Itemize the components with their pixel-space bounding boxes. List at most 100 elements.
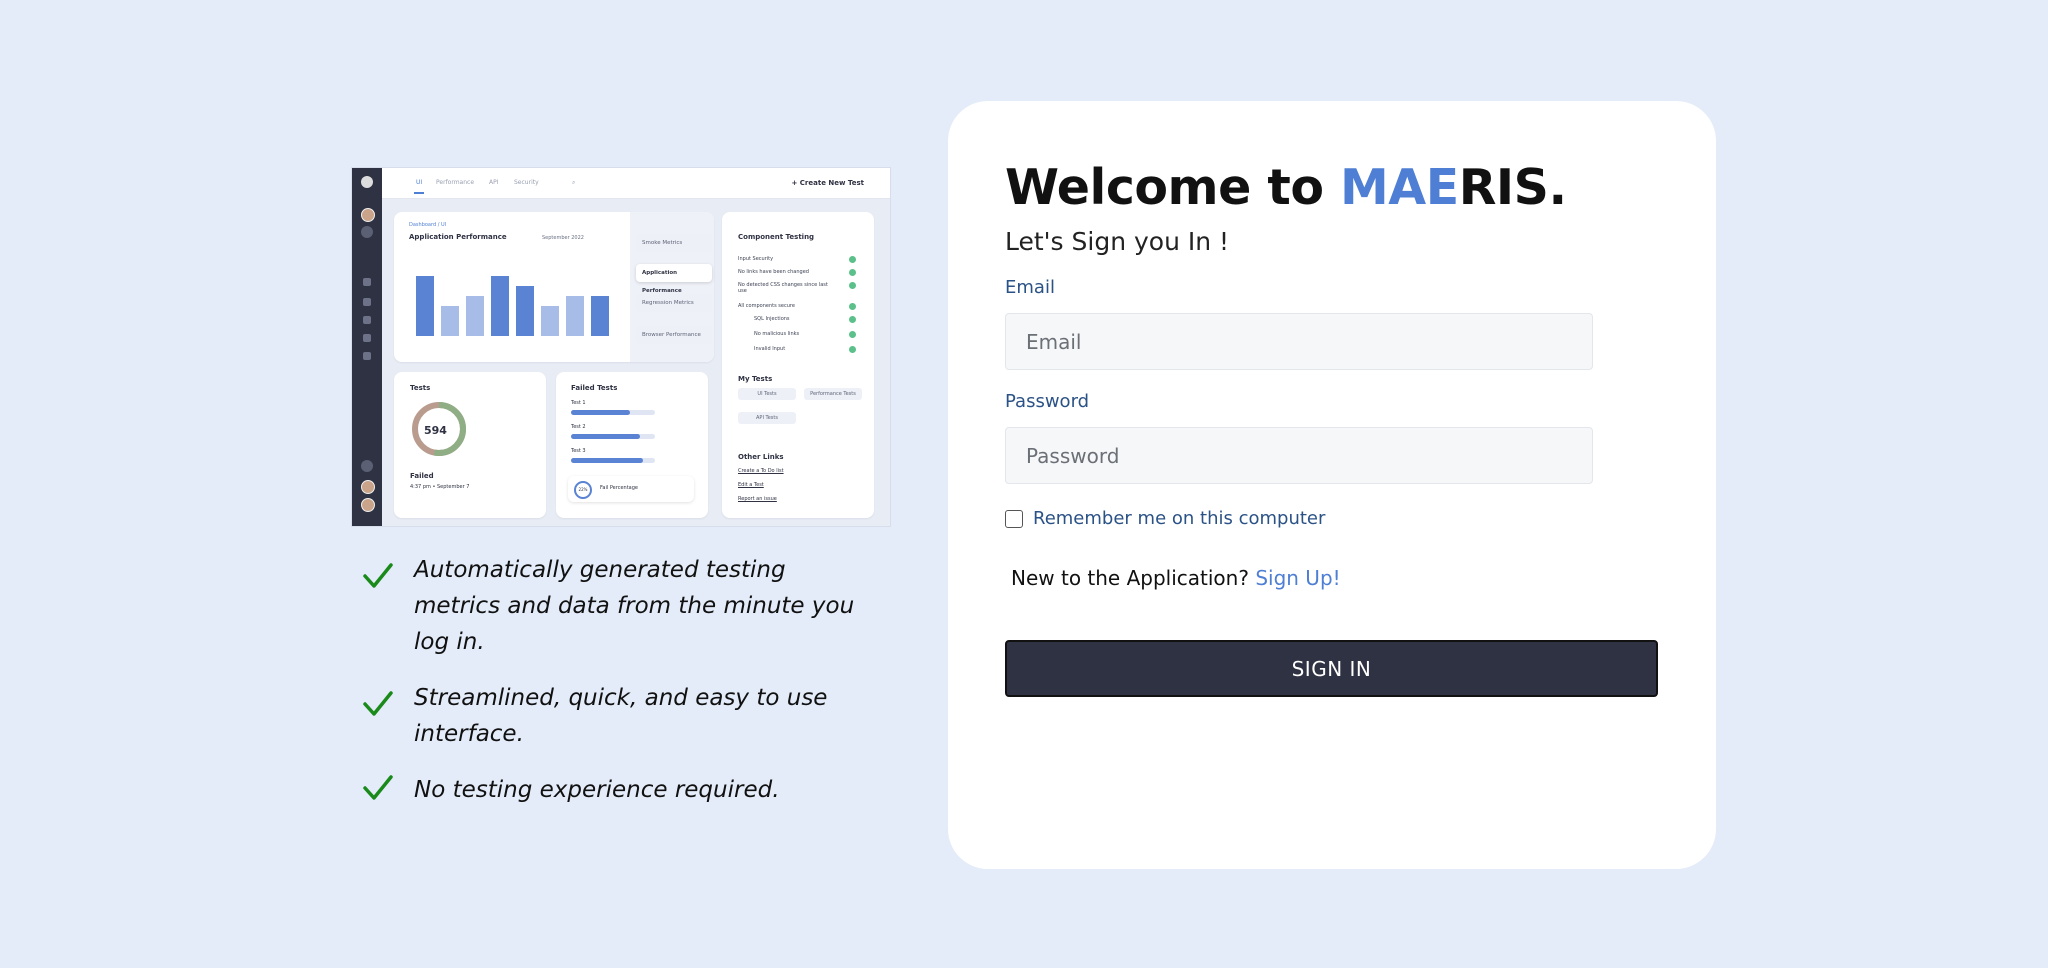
link-todo: Create a To Do list — [738, 468, 784, 474]
tests-title: Tests — [410, 384, 431, 392]
remember-checkbox[interactable] — [1005, 509, 1023, 528]
avatar — [361, 498, 375, 512]
tab-security: Security — [514, 179, 539, 186]
failed-tests-card: Failed Tests Test 1 Test 2 Test 3 22% Fa… — [556, 372, 708, 518]
component-testing-title: Component Testing — [738, 233, 815, 241]
performance-bar — [491, 276, 509, 336]
triangle-icon — [363, 298, 371, 306]
link-edit-test: Edit a Test — [738, 482, 764, 488]
check-icon — [849, 256, 856, 263]
fail-percentage-label: Fail Percentage — [600, 485, 638, 491]
performance-bar — [466, 296, 484, 336]
component-item: Invalid Input — [754, 346, 856, 353]
check-icon — [849, 331, 856, 338]
failed-test-name: Test 2 — [571, 424, 586, 430]
chip-performance-tests: Performance Tests — [804, 388, 862, 400]
feature-item: Automatically generated testing metrics … — [358, 552, 878, 660]
signin-button[interactable]: SIGN IN — [1005, 640, 1658, 697]
performance-bar-chart — [416, 252, 616, 352]
login-card: Welcome to MAERIS. Let's Sign you In ! E… — [948, 101, 1716, 869]
avatar — [361, 480, 375, 494]
tests-total: 594 — [424, 424, 447, 437]
feature-item: Streamlined, quick, and easy to use inte… — [358, 680, 878, 752]
failed-time: 4:37 pm • September 7 — [410, 484, 470, 490]
remember-me: Remember me on this computer — [1005, 508, 1325, 529]
dashboard-icon — [363, 278, 371, 286]
tests-card: Tests 594 Failed 4:37 pm • September 7 — [394, 372, 546, 518]
preview-topbar: UI Performance API Security ⌕ + Create N… — [382, 168, 890, 199]
checkmark-icon — [363, 775, 393, 800]
create-test-button: + Create New Test — [791, 179, 864, 187]
metric-smoke: Smoke Metrics — [636, 234, 712, 252]
performance-date: September 2022 — [542, 235, 584, 241]
performance-bar — [416, 276, 434, 336]
plus-icon — [361, 460, 373, 472]
signup-link[interactable]: Sign Up! — [1255, 566, 1340, 590]
feature-text: Automatically generated testing metrics … — [414, 557, 855, 655]
link-report-issue: Report an issue — [738, 496, 777, 502]
feature-item: No testing experience required. — [358, 772, 878, 808]
metric-browser-performance: Browser Performance — [636, 326, 712, 344]
failed-label: Failed — [410, 472, 434, 480]
check-icon — [849, 269, 856, 276]
tab-ui: UI — [413, 179, 425, 194]
component-testing-card: Component Testing Input Security No link… — [722, 212, 874, 518]
other-links-title: Other Links — [738, 453, 784, 461]
failed-test-name: Test 3 — [571, 448, 586, 454]
fail-percentage-chip: 22% Fail Percentage — [568, 476, 694, 502]
gear-icon — [363, 316, 371, 324]
check-icon — [849, 303, 856, 310]
check-icon — [849, 346, 856, 353]
avatar — [361, 208, 375, 222]
logo-icon — [361, 176, 373, 188]
performance-bar — [441, 305, 459, 336]
performance-bar — [516, 285, 534, 336]
chip-api-tests: API Tests — [738, 412, 796, 424]
component-item: All components secure — [738, 303, 856, 310]
failed-test-progress — [571, 434, 655, 439]
brand-accent: MAE — [1340, 159, 1459, 216]
fail-percentage-value: 22% — [574, 481, 592, 499]
preview-sidebar — [352, 168, 382, 526]
performance-bar — [541, 305, 559, 336]
feature-text: No testing experience required. — [414, 777, 780, 803]
failed-test-name: Test 1 — [571, 400, 586, 406]
component-item: No malicious links — [754, 331, 856, 338]
performance-bar — [566, 296, 584, 336]
component-item: Input Security — [738, 256, 856, 263]
metrics-panel: Smoke Metrics Application Performance Re… — [630, 212, 714, 362]
email-field[interactable] — [1005, 313, 1593, 370]
performance-card: Dashboard / UI Application Performance S… — [394, 212, 714, 362]
failed-test-progress — [571, 458, 655, 463]
check-icon — [849, 282, 856, 289]
password-label: Password — [1005, 391, 1090, 412]
signin-subtitle: Let's Sign you In ! — [1005, 227, 1230, 256]
performance-title: Application Performance — [409, 233, 507, 241]
performance-bar — [591, 296, 609, 336]
search-icon: ⌕ — [572, 179, 576, 186]
share-icon — [363, 352, 371, 360]
tab-performance: Performance — [436, 179, 475, 186]
metric-regression: Regression Metrics — [636, 294, 712, 312]
feature-text: Streamlined, quick, and easy to use inte… — [414, 685, 828, 747]
metric-app-performance: Application Performance — [636, 264, 712, 294]
password-field[interactable] — [1005, 427, 1593, 484]
failed-test-progress — [571, 410, 655, 415]
dashboard-preview-image: UI Performance API Security ⌕ + Create N… — [352, 168, 890, 526]
checkmark-icon — [363, 691, 393, 716]
tab-api: API — [489, 179, 499, 186]
chip-ui-tests: UI Tests — [738, 388, 796, 400]
component-item: SQL Injections — [754, 316, 856, 323]
signup-prompt: New to the Application? Sign Up! — [1011, 566, 1341, 590]
notification-icon — [361, 226, 373, 238]
remember-label: Remember me on this computer — [1033, 508, 1326, 529]
email-label: Email — [1005, 277, 1055, 298]
check-icon — [849, 316, 856, 323]
breadcrumb: Dashboard / UI — [409, 222, 447, 228]
checkmark-icon — [363, 563, 393, 588]
welcome-heading: Welcome to MAERIS. — [1005, 159, 1567, 216]
component-item: No links have been changed — [738, 269, 856, 276]
my-tests-title: My Tests — [738, 375, 773, 383]
settings-icon — [363, 334, 371, 342]
component-item: No detected CSS changes since last use — [738, 282, 828, 294]
